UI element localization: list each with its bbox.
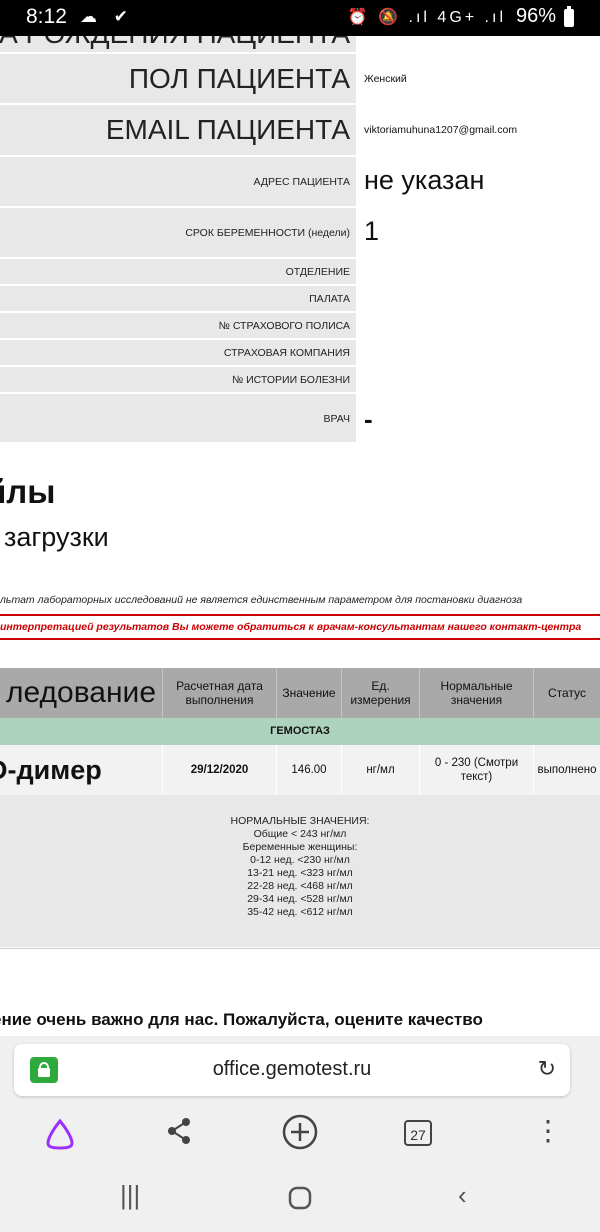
battery-level: 96% xyxy=(515,5,556,27)
norm-line: 0-12 нед. <230 нг/мл xyxy=(250,854,350,866)
system-status-icons: ⏰ 🔕 .ıl 4G+ .ıl xyxy=(347,9,506,26)
files-heading: йлы xyxy=(0,473,56,510)
doctor-label: ВРАЧ xyxy=(323,413,351,425)
system-nav-bar: ||| ‹ xyxy=(0,1166,600,1232)
status-bar: 8:12 ☁ ✔ ⏰ 🔕 .ıl 4G+ .ıl 96% xyxy=(0,0,600,36)
alice-assistant-icon[interactable] xyxy=(44,1118,76,1150)
norm-line: 35-42 нед. <612 нг/мл xyxy=(247,906,353,918)
policy-value xyxy=(356,313,600,338)
test-date: 29/12/2020 xyxy=(162,745,276,795)
notification-icons: ☁ ✔ xyxy=(80,7,134,26)
norm-line: Общие < 243 нг/мл xyxy=(253,828,347,840)
history-row: № ИСТОРИИ БОЛЕЗНИ xyxy=(0,367,600,394)
department-value xyxy=(356,259,600,284)
test-status: выполнено xyxy=(533,745,600,795)
policy-label: № СТРАХОВОГО ПОЛИСА xyxy=(218,320,350,332)
test-unit: нг/мл xyxy=(341,745,419,795)
warning-banner: интерпретацией результатов Вы можете обр… xyxy=(0,614,600,640)
ward-value xyxy=(356,286,600,311)
sex-value: Женский xyxy=(364,73,407,85)
insurer-row: СТРАХОВАЯ КОМПАНИЯ xyxy=(0,340,600,367)
sex-row: ПОЛ ПАЦИЕНТА Женский xyxy=(0,54,600,105)
address-bar[interactable]: office.gemotest.ru ↻ xyxy=(14,1044,570,1096)
address-label: АДРЕС ПАЦИЕНТА xyxy=(253,176,351,188)
warning-text: интерпретацией результатов Вы можете обр… xyxy=(0,621,582,633)
reload-icon[interactable]: ↻ xyxy=(538,1056,556,1082)
birthdate-label: А РОЖДЕНИЯ ПАЦИЕНТА xyxy=(0,36,350,50)
divider xyxy=(0,948,600,949)
home-icon[interactable] xyxy=(288,1186,312,1210)
web-page[interactable]: А РОЖДЕНИЯ ПАЦИЕНТА ПОЛ ПАЦИЕНТА Женский… xyxy=(0,36,600,1046)
pregnancy-row: СРОК БЕРЕМЕННОСТИ (недели) 1 xyxy=(0,208,600,259)
department-label: ОТДЕЛЕНИЕ xyxy=(285,266,350,278)
new-tab-icon[interactable] xyxy=(282,1114,318,1150)
clock: 8:12 xyxy=(26,5,67,28)
menu-icon[interactable]: ⋮ xyxy=(534,1114,562,1147)
norm-line: Беременные женщины: xyxy=(242,841,358,853)
norm-line: НОРМАЛЬНЫЕ ЗНАЧЕНИЯ: xyxy=(230,815,370,827)
col-test: ледование xyxy=(5,676,156,709)
test-name: D-димер xyxy=(0,755,102,785)
col-unit: Ед. измерения xyxy=(341,668,419,718)
feedback-heading: ение очень важно для нас. Пожалуйста, оц… xyxy=(0,1010,483,1029)
url-text[interactable]: office.gemotest.ru xyxy=(14,1058,570,1081)
disclaimer-text: льтат лабораторных исследований не являе… xyxy=(0,594,523,606)
browser-toolbar: office.gemotest.ru ↻ 27 ⋮ xyxy=(0,1036,600,1166)
history-label: № ИСТОРИИ БОЛЕЗНИ xyxy=(231,374,350,386)
table-row[interactable]: D-димер 29/12/2020 146.00 нг/мл 0 - 230 … xyxy=(0,745,600,795)
history-value xyxy=(356,367,600,392)
ward-row: ПАЛАТА xyxy=(0,286,600,313)
address-value: не указан xyxy=(364,165,485,195)
doctor-value: - xyxy=(364,404,373,434)
col-status: Статус xyxy=(533,668,600,718)
birthdate-row: А РОЖДЕНИЯ ПАЦИЕНТА xyxy=(0,36,600,54)
pregnancy-value: 1 xyxy=(364,216,380,246)
ward-label: ПАЛАТА xyxy=(309,293,350,305)
norm-line: 22-28 нед. <468 нг/мл xyxy=(247,880,353,892)
policy-row: № СТРАХОВОГО ПОЛИСА xyxy=(0,313,600,340)
tabs-counter-button[interactable]: 27 xyxy=(404,1120,432,1146)
sex-label: ПОЛ ПАЦИЕНТА xyxy=(128,63,350,94)
col-normal: Нормальные значения xyxy=(419,668,533,718)
results-header: ледование Расчетная дата выполнения Знач… xyxy=(0,668,600,718)
reference-values: НОРМАЛЬНЫЕ ЗНАЧЕНИЯ: Общие < 243 нг/мл Б… xyxy=(0,795,600,947)
files-subheading: загрузки xyxy=(4,522,109,552)
group-row-hemostasis: ГЕМОСТАЗ xyxy=(0,718,600,745)
back-icon[interactable]: ‹ xyxy=(458,1180,467,1211)
test-value: 146.00 xyxy=(276,745,341,795)
recent-apps-icon[interactable]: ||| xyxy=(120,1180,140,1211)
test-normal: 0 - 230 (Смотри текст) xyxy=(419,745,533,795)
insurer-value xyxy=(356,340,600,365)
col-date: Расчетная дата выполнения xyxy=(162,668,276,718)
share-icon[interactable] xyxy=(164,1116,194,1146)
battery-icon xyxy=(564,6,574,27)
col-value: Значение xyxy=(276,668,341,718)
norm-line: 13-21 нед. <323 нг/мл xyxy=(247,867,353,879)
doctor-row: ВРАЧ - xyxy=(0,394,600,444)
norm-line: 29-34 нед. <528 нг/мл xyxy=(247,893,353,905)
insurer-label: СТРАХОВАЯ КОМПАНИЯ xyxy=(223,347,350,359)
pregnancy-label: СРОК БЕРЕМЕННОСТИ (недели) xyxy=(185,227,350,239)
department-row: ОТДЕЛЕНИЕ xyxy=(0,259,600,286)
email-row: EMAIL ПАЦИЕНТА viktoriamuhuna1207@gmail.… xyxy=(0,105,600,157)
email-value: viktoriamuhuna1207@gmail.com xyxy=(364,124,518,136)
address-row: АДРЕС ПАЦИЕНТА не указан xyxy=(0,157,600,208)
birthdate-value xyxy=(356,36,600,52)
email-label: EMAIL ПАЦИЕНТА xyxy=(105,114,350,145)
